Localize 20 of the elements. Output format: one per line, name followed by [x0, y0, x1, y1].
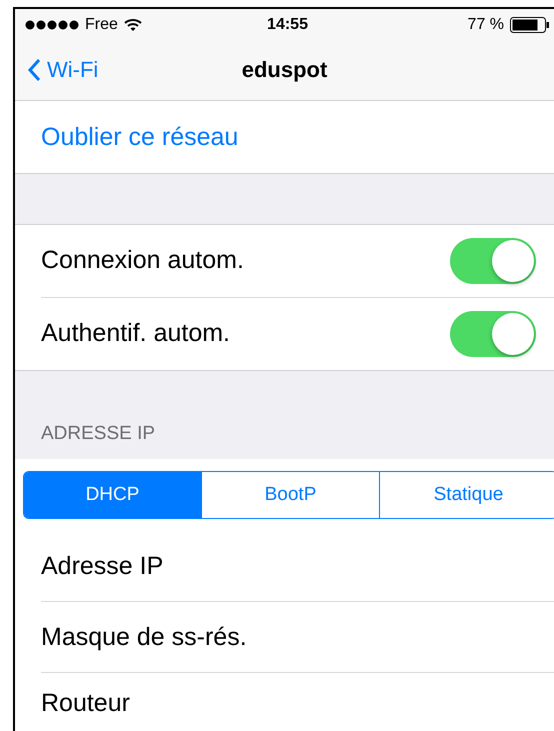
carrier-name: Free — [85, 16, 118, 34]
field-label: Routeur — [41, 688, 130, 718]
toggle-switch[interactable] — [450, 238, 536, 284]
setting-label: Authentif. autom. — [41, 319, 230, 348]
signal-icon — [25, 20, 79, 30]
battery-percentage: 77 % — [468, 16, 504, 34]
field-label: Adresse IP — [41, 552, 164, 580]
field-label: Masque de ss-rés. — [41, 622, 247, 652]
status-time: 14:55 — [267, 16, 308, 34]
segment-tab[interactable]: Statique — [379, 472, 554, 518]
toggle-switch[interactable] — [450, 310, 536, 357]
wifi-icon — [124, 18, 142, 32]
forget-network-link[interactable]: Oublier ce réseau — [41, 122, 238, 152]
segment-tab[interactable]: DHCP — [24, 472, 201, 518]
section-header: ADRESSE IP — [41, 423, 156, 445]
back-link[interactable]: Wi-Fi — [15, 57, 98, 84]
setting-label: Connexion autom. — [41, 246, 244, 276]
page-title: eduspot — [242, 57, 328, 84]
chevron-left-icon — [27, 58, 41, 82]
battery-icon — [510, 16, 550, 33]
